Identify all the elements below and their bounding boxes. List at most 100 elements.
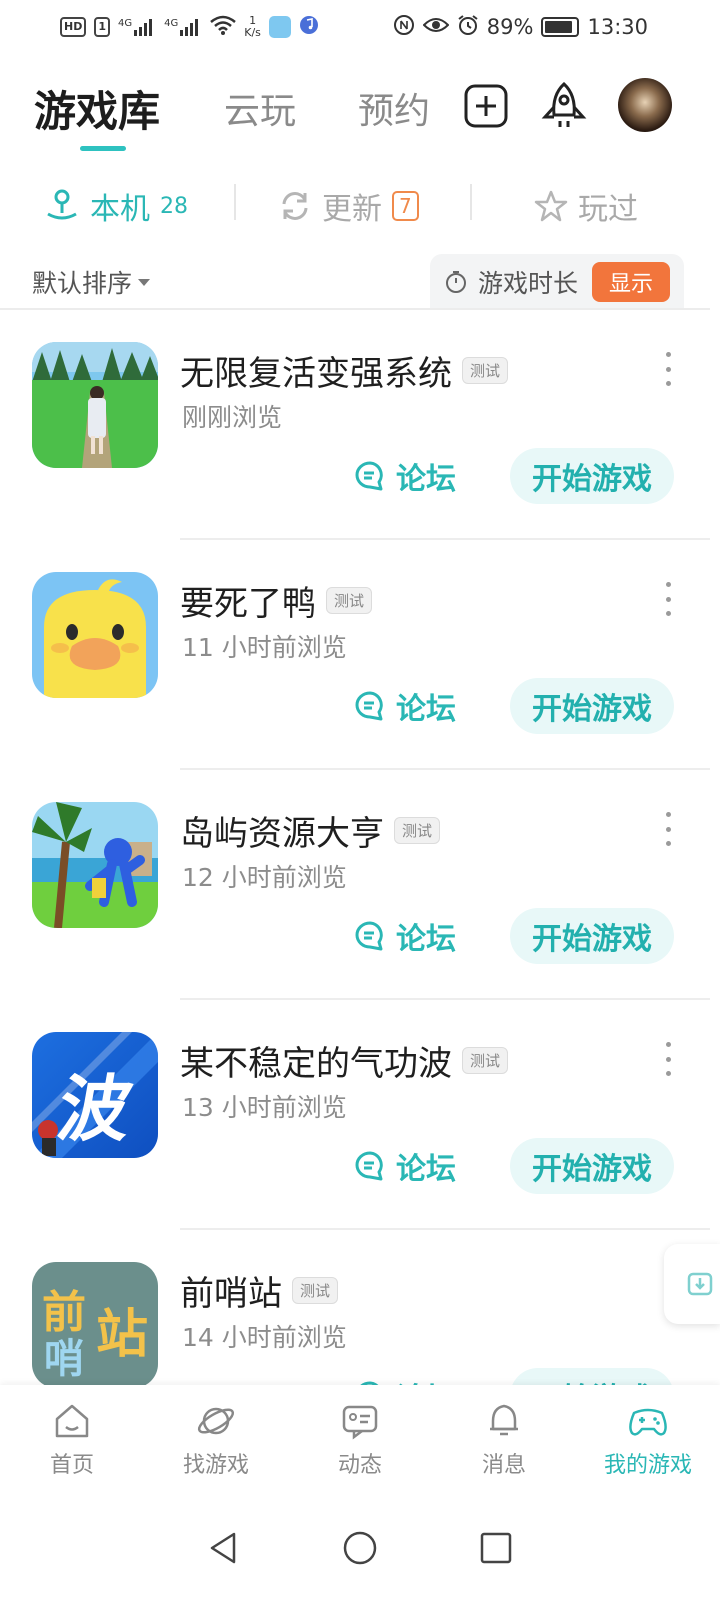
caret-down-icon [138, 278, 151, 286]
subtab-update[interactable]: 更新 7 [278, 184, 419, 228]
game-title: 岛屿资源大亨 [180, 814, 384, 854]
game-item[interactable]: 无限复活变强系统 测试 刚刚浏览 论坛 开始游戏 [0, 310, 720, 540]
nfc-icon [393, 14, 415, 41]
game-title: 前哨站 [180, 1274, 282, 1314]
outpost-glyph-3: 哨 [44, 1336, 84, 1382]
more-options-button[interactable] [660, 582, 676, 616]
nav-messages[interactable]: 消息 [432, 1385, 576, 1495]
hd-indicator: HD [60, 17, 87, 37]
update-count-badge: 7 [392, 191, 419, 221]
last-browsed: 14 小时前浏览 [182, 1323, 347, 1352]
more-options-button[interactable] [660, 812, 676, 846]
game-title: 某不稳定的气功波 [180, 1044, 452, 1084]
subtab-local-count: 28 [160, 193, 188, 219]
wave-character-game-icon: 波 [32, 1032, 158, 1158]
game-title: 要死了鸭 [180, 584, 316, 624]
forum-label: 论坛 [396, 922, 456, 957]
nav-messages-label: 消息 [481, 1453, 526, 1478]
status-right: 89% 13:30 [393, 14, 648, 41]
show-duration-button[interactable]: 显示 [592, 262, 670, 302]
nav-my-games-label: 我的游戏 [603, 1453, 692, 1478]
outpost-game-icon: 前 站 哨 [32, 1262, 158, 1385]
subtab-played-label: 玩过 [578, 192, 638, 227]
battery-percent: 89% [486, 15, 534, 39]
recents-icon[interactable] [478, 1530, 514, 1566]
battery-level [545, 21, 573, 33]
test-tag: 测试 [462, 1047, 509, 1074]
eye-icon [422, 15, 450, 39]
subtab-played[interactable]: 玩过 [534, 184, 638, 228]
play-duration-toggle[interactable]: 游戏时长 显示 [430, 254, 684, 310]
subtab-local-label: 本机 [90, 192, 150, 227]
forum-label: 论坛 [396, 1374, 456, 1385]
start-game-button[interactable]: 开始游戏 [510, 678, 674, 734]
game-title-row: 某不稳定的气功波 测试 [180, 1036, 509, 1085]
app-notification-icon [268, 16, 291, 38]
chat-bubble-icon [355, 691, 383, 721]
last-browsed: 13 小时前浏览 [182, 1093, 347, 1122]
tab-reservation[interactable]: 预约 [358, 82, 430, 134]
chat-bubble-icon [355, 1151, 383, 1181]
game-title-row: 要死了鸭 测试 [180, 576, 373, 625]
nav-feed[interactable]: 动态 [288, 1385, 432, 1495]
game-item[interactable]: 波 某不稳定的气功波 测试 13 小时前浏览 论坛 开始游戏 [0, 1000, 720, 1230]
nav-find-games[interactable]: 找游戏 [144, 1385, 288, 1495]
music-icon [299, 15, 319, 40]
island-runner-game-icon [32, 802, 158, 928]
sub-tabs: 本机 28 更新 7 玩过 [0, 172, 720, 236]
more-options-button[interactable] [660, 1042, 676, 1076]
back-icon[interactable] [206, 1530, 242, 1566]
sort-dropdown[interactable]: 默认排序 [32, 264, 151, 300]
divider [470, 184, 472, 220]
forum-label: 论坛 [396, 1152, 456, 1187]
stopwatch-icon [446, 271, 466, 293]
test-tag: 测试 [462, 357, 509, 384]
game-item[interactable]: 要死了鸭 测试 11 小时前浏览 论坛 开始游戏 [0, 540, 720, 770]
feed-icon [342, 1405, 378, 1440]
avatar[interactable] [618, 78, 672, 132]
last-browsed: 12 小时前浏览 [182, 863, 347, 892]
start-game-button[interactable]: 开始游戏 [510, 908, 674, 964]
subtab-update-label: 更新 [322, 192, 382, 227]
tab-cloud-play[interactable]: 云玩 [224, 82, 296, 134]
home-circle-icon[interactable] [342, 1530, 378, 1566]
forum-label: 论坛 [396, 692, 456, 727]
forum-button[interactable]: 论坛 [354, 914, 456, 958]
subtab-local[interactable]: 本机 28 [44, 184, 188, 228]
forum-button[interactable]: 论坛 [354, 1374, 456, 1385]
top-tabs: 游戏库 云玩 预约 [0, 72, 720, 162]
outpost-glyph-2: 站 [96, 1305, 149, 1365]
more-options-button[interactable] [660, 352, 676, 386]
forum-label: 论坛 [396, 462, 456, 497]
star-icon [534, 190, 568, 222]
last-browsed: 11 小时前浏览 [182, 633, 347, 662]
joystick-icon [47, 189, 77, 220]
floating-download-button[interactable] [664, 1244, 720, 1324]
nav-find-games-label: 找游戏 [182, 1453, 249, 1478]
start-game-button[interactable]: 开始游戏 [510, 1368, 674, 1385]
forum-button[interactable]: 论坛 [354, 684, 456, 728]
game-title-row: 前哨站 测试 [180, 1266, 339, 1315]
download-icon [687, 1272, 713, 1296]
game-item[interactable]: 前 站 哨 前哨站 测试 14 小时前浏览 论坛 开始游戏 [0, 1230, 720, 1385]
add-game-button[interactable] [458, 78, 514, 134]
nav-feed-label: 动态 [337, 1453, 382, 1478]
nav-my-games[interactable]: 我的游戏 [576, 1385, 720, 1495]
system-navigation-bar [0, 1495, 720, 1600]
start-game-button[interactable]: 开始游戏 [510, 1138, 674, 1194]
test-tag: 测试 [394, 817, 441, 844]
network-speed: 1 K/s [244, 14, 261, 39]
signal-icon-1: 4G [118, 18, 156, 36]
tab-game-library[interactable]: 游戏库 [34, 78, 160, 139]
nav-home[interactable]: 首页 [0, 1385, 144, 1495]
forum-button[interactable]: 论坛 [354, 454, 456, 498]
yellow-duck-game-icon [32, 572, 158, 698]
game-list: 无限复活变强系统 测试 刚刚浏览 论坛 开始游戏 要死了鸭 测试 11 小时前浏… [0, 310, 720, 1385]
speed-up-button[interactable] [536, 78, 592, 134]
forum-button[interactable]: 论坛 [354, 1144, 456, 1188]
planet-icon [197, 1407, 235, 1435]
chat-bubble-icon [355, 921, 383, 951]
start-game-button[interactable]: 开始游戏 [510, 448, 674, 504]
game-item[interactable]: 岛屿资源大亨 测试 12 小时前浏览 论坛 开始游戏 [0, 770, 720, 1000]
duration-label: 游戏时长 [478, 269, 579, 298]
